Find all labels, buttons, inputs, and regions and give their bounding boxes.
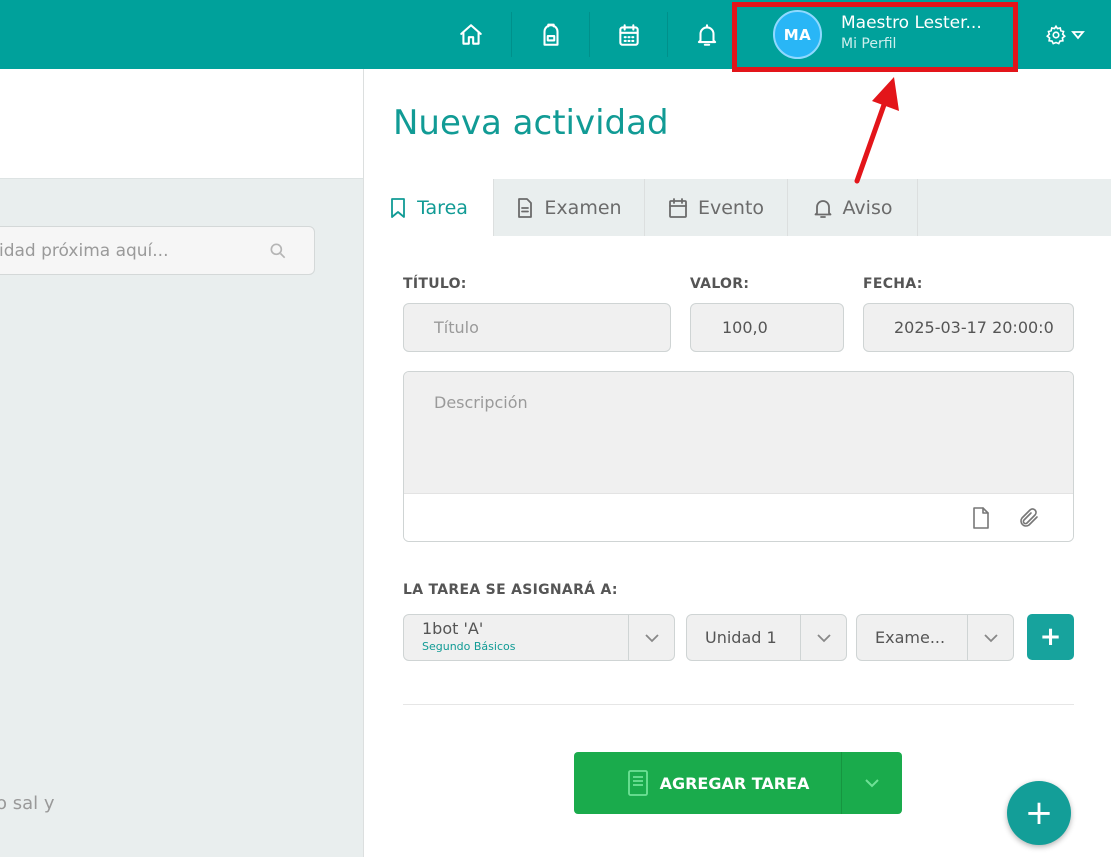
- tab-label: Evento: [697, 196, 765, 219]
- titulo-placeholder: Título: [434, 318, 479, 337]
- chevron-down-icon[interactable]: [628, 615, 674, 660]
- paperclip-icon[interactable]: [1017, 506, 1041, 534]
- calendar-icon: [669, 197, 687, 218]
- profile-menu[interactable]: MA Maestro Lester... Mi Perfil: [735, 0, 1015, 69]
- gear-icon: [1046, 24, 1066, 45]
- titulo-label: TÍTULO:: [403, 276, 467, 292]
- add-task-button-group: AGREGAR TAREA: [574, 752, 902, 814]
- tab-examen[interactable]: Examen: [494, 179, 645, 236]
- home-icon[interactable]: [432, 0, 510, 69]
- document-icon: [518, 197, 533, 218]
- left-panel-text: o sal y: [0, 793, 55, 814]
- left-panel-header: [0, 69, 363, 179]
- caret-down-icon: [1071, 30, 1085, 39]
- avatar[interactable]: MA: [773, 10, 822, 59]
- tab-label: Aviso: [842, 196, 893, 219]
- add-assignment-button[interactable]: +: [1027, 614, 1074, 660]
- assign-label: LA TAREA SE ASIGNARÁ A:: [403, 582, 618, 598]
- tab-tarea[interactable]: Tarea: [364, 179, 494, 236]
- unit-select-value: Unidad 1: [705, 628, 777, 647]
- top-bar: MA Maestro Lester... Mi Perfil: [0, 0, 1111, 69]
- chevron-down-icon[interactable]: [967, 615, 1013, 660]
- type-select[interactable]: Exame...: [856, 614, 1014, 661]
- add-task-options[interactable]: [841, 752, 902, 814]
- page-title: Nueva actividad: [393, 103, 669, 143]
- valor-value: 100,0: [722, 318, 768, 337]
- titulo-field[interactable]: Título: [403, 303, 671, 352]
- search-placeholder: idad próxima aquí...: [0, 241, 169, 261]
- description-toolbar: [404, 493, 1073, 541]
- add-task-button[interactable]: AGREGAR TAREA: [574, 752, 841, 814]
- search-input[interactable]: idad próxima aquí...: [0, 226, 315, 275]
- fecha-value: 2025-03-17 20:00:0: [894, 318, 1054, 337]
- floating-add-button[interactable]: +: [1007, 781, 1071, 845]
- profile-link[interactable]: Mi Perfil: [841, 36, 896, 52]
- valor-field[interactable]: 100,0: [690, 303, 844, 352]
- type-select-value: Exame...: [875, 628, 946, 647]
- backpack-icon[interactable]: [512, 0, 590, 69]
- search-icon[interactable]: [268, 241, 288, 265]
- calendar-icon[interactable]: [590, 0, 668, 69]
- fecha-field[interactable]: 2025-03-17 20:00:0: [863, 303, 1074, 352]
- profile-name[interactable]: Maestro Lester...: [841, 13, 982, 33]
- separator: [403, 704, 1074, 705]
- tab-label: Examen: [544, 196, 622, 219]
- activity-tabs: Tarea Examen Evento Aviso: [364, 179, 1111, 236]
- add-task-label: AGREGAR TAREA: [659, 773, 810, 793]
- valor-label: VALOR:: [690, 276, 750, 292]
- group-select-value: 1bot 'A': [422, 619, 484, 638]
- description-field[interactable]: Descripción: [404, 372, 1073, 493]
- settings-dropdown[interactable]: [1035, 0, 1095, 69]
- description-editor: Descripción: [403, 371, 1074, 542]
- tab-aviso[interactable]: Aviso: [788, 179, 918, 236]
- bookmark-icon: [391, 197, 405, 218]
- tab-label: Tarea: [417, 196, 468, 219]
- chevron-down-icon: [865, 779, 879, 788]
- chevron-down-icon[interactable]: [800, 615, 846, 660]
- unit-select[interactable]: Unidad 1: [686, 614, 847, 661]
- fecha-label: FECHA:: [863, 276, 923, 292]
- left-panel: [0, 179, 363, 857]
- group-select[interactable]: 1bot 'A' Segundo Básicos: [403, 614, 675, 661]
- group-select-sub: Segundo Básicos: [422, 640, 516, 653]
- description-placeholder: Descripción: [434, 393, 528, 412]
- tab-evento[interactable]: Evento: [645, 179, 788, 236]
- file-icon[interactable]: [971, 506, 991, 534]
- book-icon: [627, 770, 648, 796]
- bell-icon: [814, 199, 831, 218]
